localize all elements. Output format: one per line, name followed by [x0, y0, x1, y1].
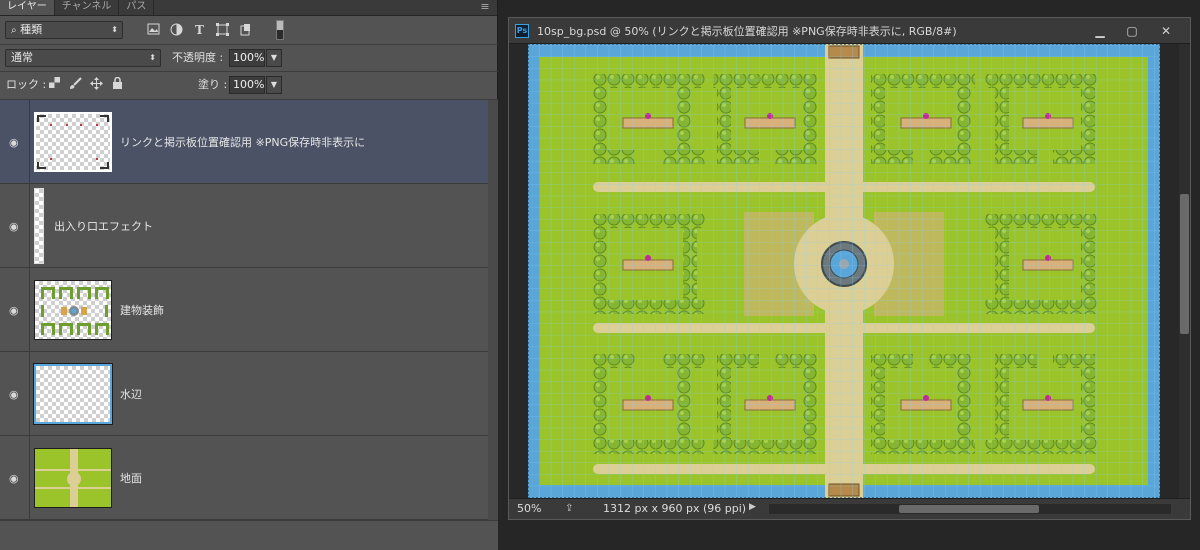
layer-name[interactable]: 地面 — [120, 470, 142, 486]
search-icon: ⌕ — [11, 25, 17, 36]
filter-row: ⌕ 種類 ⬍ T — [0, 17, 498, 44]
canvas-area[interactable] — [509, 44, 1179, 498]
document-info: 1312 px x 960 px (96 ppi) — [603, 502, 747, 515]
lock-paint-icon[interactable] — [68, 77, 83, 92]
tab-channels[interactable]: チャンネル — [55, 0, 120, 15]
visibility-toggle[interactable]: ◉ — [0, 100, 30, 184]
visibility-toggle[interactable]: ◉ — [0, 436, 30, 520]
chevron-updown-icon: ⬍ — [111, 25, 118, 34]
layer-row[interactable]: ◉ リンクと掲示板位置確認用 ※PNG保存時非表示に — [0, 100, 488, 184]
smart-filter-icon[interactable] — [238, 23, 253, 38]
eye-icon: ◉ — [9, 304, 19, 317]
blend-mode-value: 通常 — [11, 51, 33, 64]
opacity-input[interactable]: 100% — [229, 49, 265, 67]
info-arrow-icon[interactable]: ▶ — [749, 502, 756, 512]
grid-overlay — [528, 44, 1160, 498]
chevron-updown-icon: ⬍ — [149, 53, 156, 62]
layer-row[interactable]: ◉ 水辺 — [0, 352, 488, 436]
lock-move-icon[interactable] — [89, 77, 104, 92]
minimize-icon[interactable]: ▁ — [1089, 22, 1111, 40]
layer-thumbnail — [34, 188, 44, 264]
visibility-toggle[interactable]: ◉ — [0, 184, 30, 268]
filter-kind-select[interactable]: ⌕ 種類 ⬍ — [5, 21, 123, 39]
layer-name[interactable]: リンクと掲示板位置確認用 ※PNG保存時非表示に — [120, 134, 365, 150]
layer-row[interactable]: ◉ 出入り口エフェクト — [0, 184, 488, 268]
eye-icon: ◉ — [9, 388, 19, 401]
filter-toggle[interactable] — [276, 20, 284, 40]
layer-thumbnail — [34, 112, 112, 172]
layers-panel: レイヤー チャンネル パス ≡ ⌕ 種類 ⬍ T 通常 ⬍ 不透明度: 100… — [0, 0, 498, 550]
panel-tabbar: レイヤー チャンネル パス — [0, 0, 497, 16]
layer-thumbnail — [34, 448, 112, 508]
visibility-toggle[interactable]: ◉ — [0, 352, 30, 436]
lock-pixels-icon[interactable] — [47, 77, 62, 92]
tab-layers[interactable]: レイヤー — [0, 0, 55, 15]
lock-all-icon[interactable] — [110, 76, 125, 92]
photoshop-icon: Ps — [515, 24, 529, 38]
fill-label: 塗り : — [198, 78, 228, 91]
opacity-label: 不透明度 : — [172, 51, 224, 64]
visibility-toggle[interactable]: ◉ — [0, 268, 30, 352]
lock-label: ロック : — [6, 78, 47, 91]
layers-scrollbar[interactable] — [488, 100, 498, 520]
vertical-scrollbar[interactable] — [1179, 44, 1190, 498]
layer-row[interactable]: ◉ 地面 — [0, 436, 488, 520]
horizontal-scrollbar[interactable] — [769, 504, 1171, 514]
blend-row: 通常 ⬍ 不透明度 : 100% ▼ — [0, 45, 498, 72]
eye-icon: ◉ — [9, 220, 19, 233]
maximize-icon[interactable]: ▢ — [1121, 22, 1143, 40]
horizontal-scroll-thumb[interactable] — [899, 505, 1039, 513]
document-title: 10sp_bg.psd @ 50% (リンクと掲示板位置確認用 ※PNG保存時非… — [537, 25, 957, 38]
panel-menu-icon[interactable]: ≡ — [479, 1, 491, 13]
vertical-scroll-thumb[interactable] — [1180, 194, 1189, 334]
right-edge — [1191, 0, 1200, 550]
eye-icon: ◉ — [9, 472, 19, 485]
layer-name[interactable]: 建物装飾 — [120, 302, 164, 318]
fill-input[interactable]: 100% — [229, 76, 265, 94]
close-icon[interactable]: ✕ — [1155, 22, 1177, 40]
share-icon[interactable]: ⇪ — [565, 503, 579, 515]
layer-name[interactable]: 出入り口エフェクト — [54, 218, 153, 234]
fill-dropdown-button[interactable]: ▼ — [266, 76, 282, 94]
type-filter-icon[interactable]: T — [192, 23, 207, 38]
layers-footer — [0, 520, 498, 550]
image-filter-icon[interactable] — [146, 23, 161, 38]
layer-row[interactable]: ◉ 建物装飾 — [0, 268, 488, 352]
status-bar: 50% ⇪ 1312 px x 960 px (96 ppi) ▶ — [509, 498, 1190, 519]
map-canvas[interactable] — [509, 44, 1179, 498]
document-titlebar[interactable]: Ps 10sp_bg.psd @ 50% (リンクと掲示板位置確認用 ※PNG保… — [509, 18, 1190, 44]
lock-row: ロック : 塗り : 100% ▼ — [0, 72, 498, 99]
opacity-dropdown-button[interactable]: ▼ — [266, 49, 282, 67]
layer-thumbnail — [34, 280, 112, 340]
blend-mode-select[interactable]: 通常 ⬍ — [5, 49, 161, 67]
eye-icon: ◉ — [9, 136, 19, 149]
filter-kind-label: 種類 — [20, 23, 43, 36]
shape-filter-icon[interactable] — [215, 23, 230, 38]
layer-name[interactable]: 水辺 — [120, 386, 142, 402]
tab-paths[interactable]: パス — [119, 0, 155, 15]
document-window: Ps 10sp_bg.psd @ 50% (リンクと掲示板位置確認用 ※PNG保… — [508, 17, 1191, 520]
layer-thumbnail — [33, 363, 113, 425]
zoom-level[interactable]: 50% — [517, 502, 541, 515]
adjust-filter-icon[interactable] — [169, 23, 184, 38]
